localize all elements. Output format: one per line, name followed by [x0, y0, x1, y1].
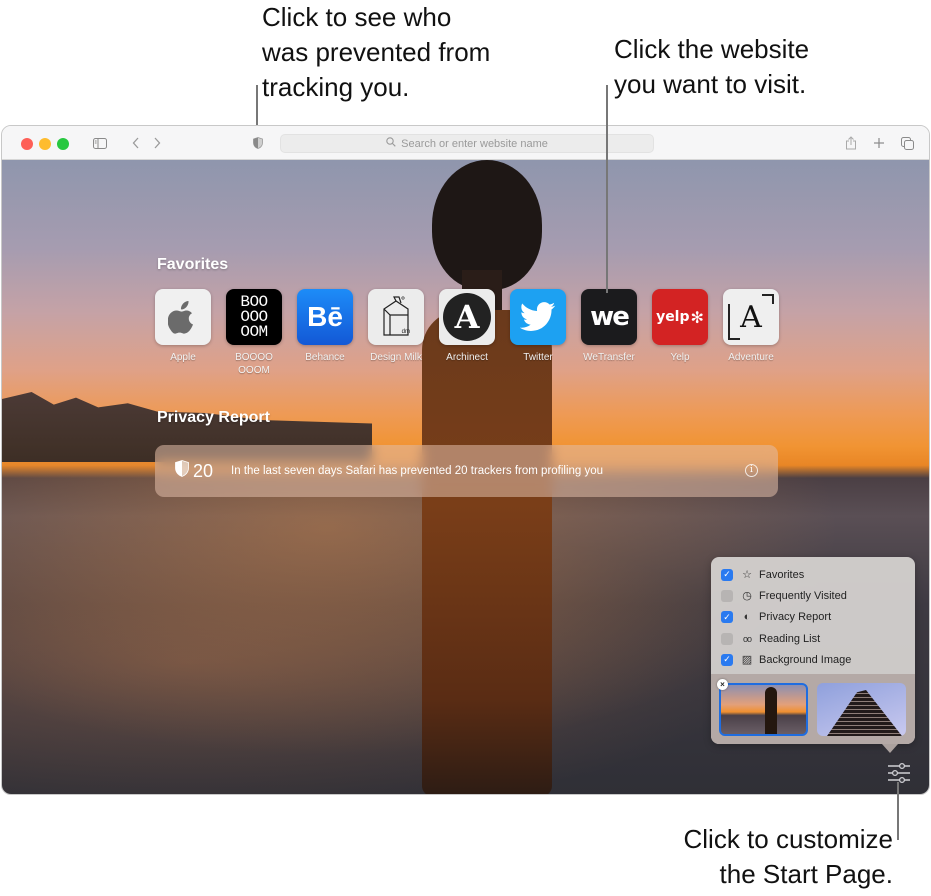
boooooom-icon: BOO OOO OOM — [226, 289, 282, 345]
toggle-label: Reading List — [759, 632, 821, 645]
checkbox-checked[interactable]: ✓ — [721, 568, 733, 581]
privacy-shield-icon[interactable] — [252, 133, 264, 153]
callout-line-3: tracking you. — [262, 72, 410, 102]
close-window-button[interactable] — [21, 138, 33, 150]
star-icon: ☆ — [742, 569, 752, 582]
favorite-wetransfer[interactable]: we WeTransfer — [581, 289, 637, 377]
zoom-window-button[interactable] — [57, 138, 69, 150]
share-icon[interactable] — [844, 133, 858, 153]
callout-customize: Click to customize the Start Page. — [684, 822, 894, 892]
background-thumbnail-building[interactable] — [817, 683, 906, 736]
checkbox-checked[interactable]: ✓ — [721, 611, 733, 624]
section-toggle-list: ✓ ☆ Favorites ◷ Frequently Visited ✓ ◐ P… — [711, 557, 915, 672]
favorites-heading: Favorites — [157, 256, 229, 273]
favorite-label: Adventure — [728, 352, 774, 363]
favorite-label: BOOOO OOOM — [235, 352, 273, 376]
favorite-design-milk[interactable]: dm Design Milk — [368, 289, 424, 377]
toggle-label: Privacy Report — [759, 611, 832, 624]
customize-start-page-popover: ✓ ☆ Favorites ◷ Frequently Visited ✓ ◐ P… — [711, 557, 915, 753]
favorite-label: Archinect — [446, 352, 488, 363]
shield-icon — [175, 460, 189, 482]
toggle-favorites[interactable]: ✓ ☆ Favorites — [721, 564, 915, 585]
address-bar[interactable]: Search or enter website name — [280, 134, 654, 153]
privacy-report-heading: Privacy Report — [157, 409, 270, 426]
search-icon — [386, 137, 396, 150]
checkbox-checked[interactable]: ✓ — [721, 653, 733, 666]
toggle-label: Background Image — [759, 653, 852, 666]
callout-line-1: Click the website — [614, 34, 810, 64]
callout-line-1: Click to see who — [262, 2, 452, 32]
privacy-report-card[interactable]: 20 In the last seven days Safari has pre… — [155, 445, 778, 497]
start-page: Favorites Apple BOO OOO OOM BOOOO OOOM B… — [2, 160, 929, 794]
favorite-twitter[interactable]: Twitter — [510, 289, 566, 377]
callout-pointer-customize — [897, 782, 899, 840]
favorite-behance[interactable]: Bē Behance — [297, 289, 353, 377]
sidebar-icon[interactable] — [92, 133, 108, 153]
toggle-privacy-report[interactable]: ✓ ◐ Privacy Report — [721, 607, 915, 628]
favorite-label: Apple — [170, 352, 196, 363]
photo-icon: ▨ — [741, 654, 753, 667]
favorite-label: WeTransfer — [583, 352, 635, 363]
toggle-label: Favorites — [759, 568, 805, 581]
callout-favorites: Click the website you want to visit. — [614, 32, 809, 102]
callout-line-2: you want to visit. — [614, 69, 807, 99]
favorite-label: Twitter — [523, 352, 553, 363]
favorite-apple[interactable]: Apple — [155, 289, 211, 377]
favorite-label: Design Milk — [370, 352, 422, 363]
archinect-icon: A — [439, 289, 495, 345]
privacy-tracker-count: 20 — [175, 460, 213, 482]
favorites-grid: Apple BOO OOO OOM BOOOO OOOM Bē Behance — [155, 289, 779, 377]
toolbar: Search or enter website name — [2, 126, 929, 160]
twitter-bird-icon — [510, 289, 566, 345]
background-image-picker: × — [711, 674, 915, 744]
yelp-icon: yelp ✻ — [652, 289, 708, 345]
callout-line-2: the Start Page. — [719, 859, 893, 889]
toggle-reading-list[interactable]: oo Reading List — [721, 628, 915, 649]
glasses-icon: oo — [742, 633, 752, 644]
wetransfer-icon: we — [581, 289, 637, 345]
callout-pointer-favorites — [606, 85, 608, 293]
info-icon[interactable]: i — [745, 464, 758, 477]
back-icon[interactable] — [130, 133, 142, 153]
popover-arrow — [882, 744, 898, 753]
customize-start-page-button[interactable] — [886, 762, 912, 784]
checkbox-unchecked[interactable] — [721, 589, 733, 602]
minimize-window-button[interactable] — [39, 138, 51, 150]
new-tab-icon[interactable] — [872, 133, 886, 153]
privacy-report-message: In the last seven days Safari has preven… — [231, 465, 604, 477]
milk-carton-icon: dm — [368, 289, 424, 345]
adventure-icon: A — [723, 289, 779, 345]
sliders-icon — [888, 762, 910, 784]
address-placeholder: Search or enter website name — [401, 137, 548, 150]
favorite-archinect[interactable]: A Archinect — [439, 289, 495, 377]
behance-icon: Bē — [297, 289, 353, 345]
callout-line-1: Click to customize — [683, 824, 894, 854]
safari-window: Search or enter website name Favorites A… — [1, 125, 930, 795]
favorite-label: Yelp — [670, 352, 690, 363]
forward-icon[interactable] — [151, 133, 163, 153]
apple-icon — [155, 289, 211, 345]
toggle-frequently-visited[interactable]: ◷ Frequently Visited — [721, 585, 915, 606]
tab-overview-icon[interactable] — [900, 133, 914, 153]
favorite-yelp[interactable]: yelp ✻ Yelp — [652, 289, 708, 377]
favorite-label: Behance — [305, 352, 345, 363]
remove-background-button[interactable]: × — [717, 679, 728, 690]
checkbox-unchecked[interactable] — [721, 632, 733, 645]
callout-privacy-report: Click to see who was prevented from trac… — [262, 0, 490, 105]
favorite-adventure[interactable]: A Adventure — [723, 289, 779, 377]
background-thumbnail-beach-selected[interactable] — [719, 683, 808, 736]
favorite-boooooom[interactable]: BOO OOO OOM BOOOO OOOM — [226, 289, 282, 377]
shield-icon: ◐ — [743, 611, 751, 624]
toggle-background-image[interactable]: ✓ ▨ Background Image — [721, 649, 915, 670]
toggle-label: Frequently Visited — [759, 589, 847, 602]
clock-icon: ◷ — [742, 590, 752, 603]
callout-line-2: was prevented from — [262, 37, 491, 67]
